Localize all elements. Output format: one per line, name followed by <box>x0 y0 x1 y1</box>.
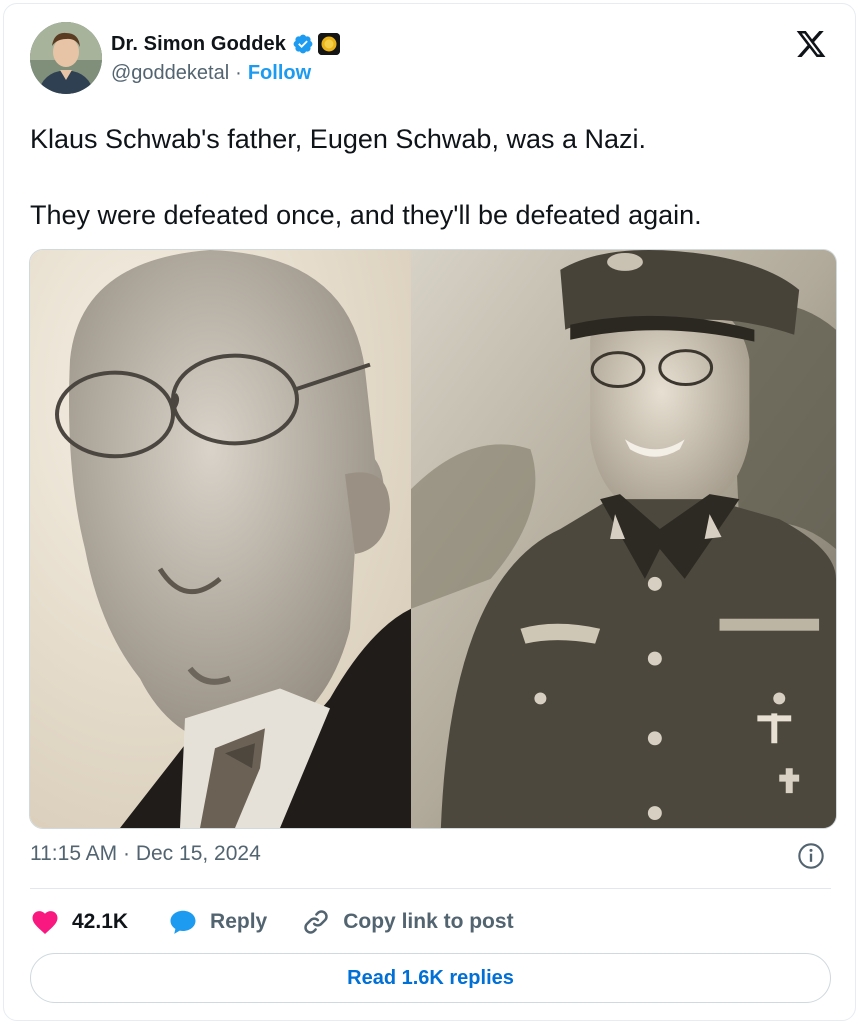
like-count: 42.1K <box>72 910 129 933</box>
link-icon <box>304 910 328 934</box>
uniform-photo[interactable] <box>411 250 836 828</box>
tweet-media[interactable] <box>29 249 837 829</box>
author-name-row[interactable]: Dr. Simon Goddek <box>111 31 340 57</box>
author-name[interactable]: Dr. Simon Goddek <box>111 33 286 56</box>
affiliate-badge-icon <box>317 33 340 55</box>
author-handle[interactable]: @goddeketal <box>111 62 229 85</box>
tweet-timestamp[interactable]: 11:15 AM · Dec 15, 2024 <box>30 842 261 866</box>
separator: · <box>235 62 242 84</box>
action-bar: 42.1K Reply Copy link to post <box>30 904 514 940</box>
tweet-line-1: Klaus Schwab's father, Eugen Schwab, was… <box>30 124 646 154</box>
verified-icon <box>293 34 313 54</box>
portrait-photo[interactable] <box>30 250 411 828</box>
tweet-line-2: They were defeated once, and they'll be … <box>30 200 702 230</box>
author-handle-row: @goddeketal · Follow <box>111 62 311 85</box>
tweet-text: Klaus Schwab's father, Eugen Schwab, was… <box>30 120 830 234</box>
read-replies-button[interactable]: Read 1.6K replies <box>30 953 831 1003</box>
follow-button[interactable]: Follow <box>248 62 311 85</box>
info-icon[interactable] <box>797 842 825 870</box>
like-button[interactable]: 42.1K <box>30 907 128 937</box>
uniform-photo-image <box>411 250 836 828</box>
reply-bubble-icon <box>170 910 196 934</box>
tweet-card: Dr. Simon Goddek @goddeketal · Follow Kl… <box>3 3 856 1021</box>
portrait-photo-image <box>30 250 411 828</box>
reply-label: Reply <box>210 910 268 933</box>
avatar-image <box>30 22 102 94</box>
copy-link-button[interactable]: Copy link to post <box>301 907 514 937</box>
divider <box>30 888 831 889</box>
x-logo-icon[interactable] <box>794 28 828 60</box>
avatar[interactable] <box>30 22 102 94</box>
copy-link-label: Copy link to post <box>343 910 514 933</box>
reply-button[interactable]: Reply <box>168 907 267 937</box>
heart-icon <box>32 911 58 934</box>
